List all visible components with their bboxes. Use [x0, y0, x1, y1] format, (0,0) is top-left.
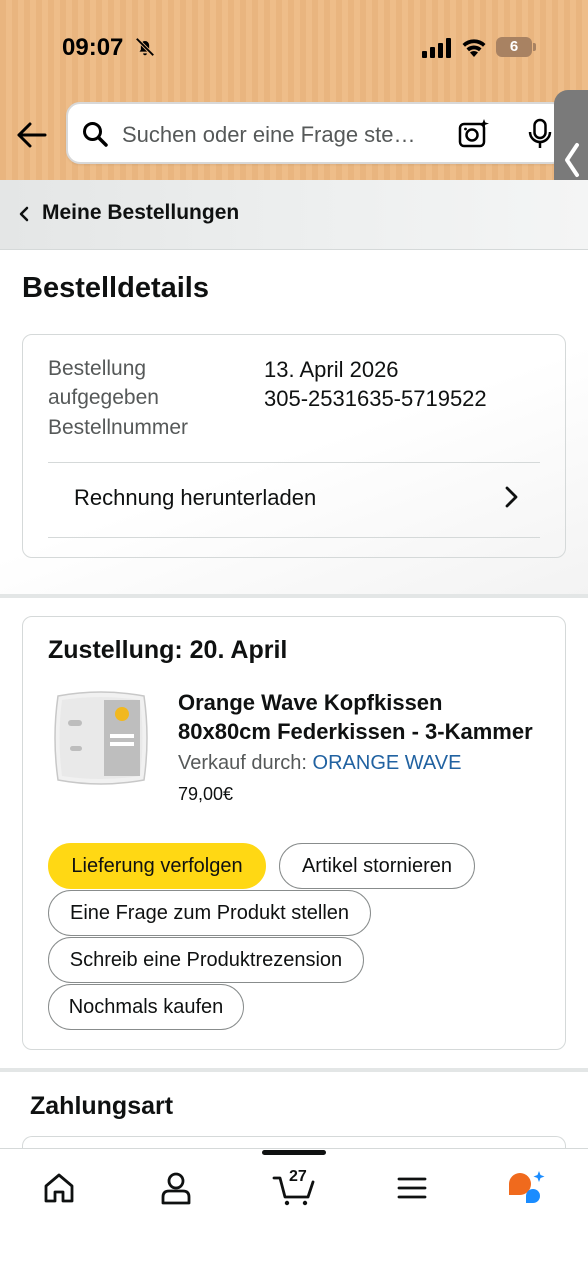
signal-icon [422, 38, 451, 58]
search-input[interactable]: Suchen oder eine Frage ste… [122, 122, 442, 148]
chevron-right-icon [505, 486, 518, 508]
buy-again-button[interactable]: Nochmals kaufen [48, 984, 244, 1030]
bell-off-icon [135, 37, 155, 57]
cart-count-badge: 27 [289, 1168, 307, 1185]
product-price: 79,00€ [178, 784, 234, 804]
section-separator [0, 1068, 588, 1072]
download-invoice-label[interactable]: Rechnung herunterladen [74, 485, 316, 511]
delivery-date-title: Zustellung: 20. April [48, 636, 288, 664]
seller-row: Verkauf durch: ORANGE WAVE [178, 752, 461, 775]
account-icon[interactable] [158, 1170, 194, 1206]
product-title-line1[interactable]: Orange Wave Kopfkissen [178, 688, 543, 717]
payment-method-title: Zahlungsart [30, 1092, 174, 1120]
status-time: 09:07 [62, 34, 124, 61]
microphone-icon[interactable] [526, 118, 554, 150]
write-review-button[interactable]: Schreib eine Produktrezension [48, 937, 364, 983]
order-placed-label: Bestellung [48, 357, 147, 380]
page-title: Bestelldetails [22, 272, 209, 304]
back-arrow-icon[interactable] [14, 117, 50, 153]
product-image[interactable] [52, 686, 150, 790]
nav-active-indicator [262, 1150, 326, 1155]
rufus-assistant-icon[interactable] [506, 1170, 548, 1206]
seller-prefix: Verkauf durch: [178, 752, 313, 774]
status-bar: 09:07 6 [0, 0, 588, 95]
battery-indicator: 6 [496, 37, 532, 57]
cancel-item-button[interactable]: Artikel stornieren [279, 843, 475, 889]
breadcrumb-label[interactable]: Meine Bestellungen [42, 201, 239, 225]
home-icon[interactable] [41, 1170, 77, 1206]
ask-question-button[interactable]: Eine Frage zum Produkt stellen [48, 890, 371, 936]
product-title[interactable]: Orange Wave Kopfkissen 80x80cm Federkiss… [178, 688, 543, 746]
download-invoice-row[interactable]: Rechnung herunterladen [48, 463, 540, 537]
track-delivery-button[interactable]: Lieferung verfolgen [48, 843, 266, 889]
search-bar[interactable]: Suchen oder eine Frage ste… [66, 102, 566, 164]
divider [48, 537, 540, 538]
seller-link[interactable]: ORANGE WAVE [313, 752, 462, 774]
chevron-left-icon [19, 206, 29, 222]
chevron-left-icon [565, 143, 579, 177]
order-number-label: Bestellnummer [48, 416, 189, 439]
search-icon [83, 122, 108, 147]
order-placed-label-2: aufgegeben [48, 386, 159, 409]
product-title-line2[interactable]: 80x80cm Federkissen - 3-Kammer [178, 717, 543, 746]
battery-tip [533, 43, 536, 51]
menu-icon[interactable] [394, 1170, 430, 1206]
order-date-value: 13. April 2026 [264, 357, 399, 382]
order-number-value: 305-2531635-5719522 [264, 386, 487, 411]
camera-search-icon[interactable] [458, 118, 490, 150]
section-separator [0, 594, 588, 598]
wifi-icon [462, 39, 486, 57]
